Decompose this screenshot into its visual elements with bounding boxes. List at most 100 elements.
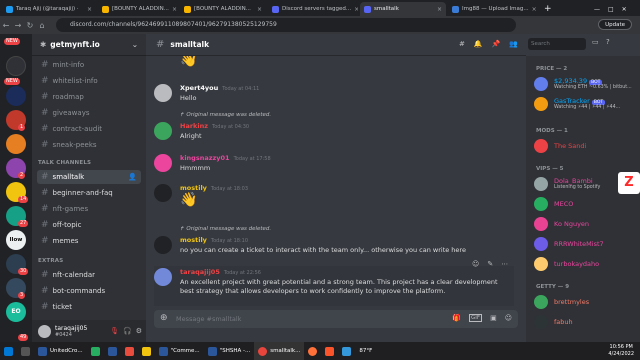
- author-name[interactable]: mostily: [180, 184, 207, 192]
- avatar[interactable]: [154, 84, 172, 102]
- server-icon-llow[interactable]: llow: [6, 230, 26, 250]
- message-author[interactable]: Harkinz Today at 04:30: [180, 122, 249, 130]
- taskbar-item[interactable]: [321, 342, 338, 360]
- weather[interactable]: 87°F: [355, 342, 376, 360]
- channel-off-topic[interactable]: # off-topic: [37, 218, 141, 232]
- members-icon[interactable]: 👥: [509, 40, 518, 48]
- browser-tab[interactable]: Taraq Ajij (@taraqajij) · ×: [2, 2, 96, 16]
- channel-sneak-peeks[interactable]: # sneak-peeks: [37, 138, 141, 152]
- author-name[interactable]: Harkinz: [180, 122, 208, 130]
- more-icon[interactable]: ⋯: [501, 260, 508, 268]
- search-input[interactable]: Search: [528, 38, 586, 50]
- search-icon[interactable]: [17, 342, 34, 360]
- emoji-icon[interactable]: ☺: [505, 314, 512, 322]
- close-tab-icon[interactable]: ×: [437, 6, 442, 13]
- server-icon[interactable]: [6, 86, 26, 106]
- inbox-icon[interactable]: ▭: [592, 38, 599, 46]
- sticker-icon[interactable]: ▣: [490, 314, 497, 322]
- home-icon[interactable]: ⌂: [36, 21, 48, 30]
- avatar[interactable]: [154, 184, 172, 202]
- reload-icon[interactable]: ↻: [24, 21, 36, 30]
- member-item[interactable]: turbokaydaho: [534, 256, 634, 272]
- category-extras[interactable]: EXTRAS: [38, 258, 63, 264]
- gift-icon[interactable]: 🎁: [452, 314, 461, 322]
- member-item[interactable]: RRRWhiteMist7: [534, 236, 634, 252]
- member-item[interactable]: fabuh: [534, 314, 634, 330]
- close-tab-icon[interactable]: ×: [172, 6, 177, 13]
- pin-icon[interactable]: 📌: [492, 40, 501, 48]
- author-name[interactable]: kingsnazzy01: [180, 154, 230, 162]
- member-item[interactable]: $2,934.39 BOT Watching ETH ~0.63% | bitbu…: [534, 76, 634, 92]
- message-input[interactable]: [176, 310, 436, 328]
- author-name[interactable]: Xpert4you: [180, 84, 218, 92]
- message-author[interactable]: Xpert4you Today at 04:11: [180, 84, 259, 92]
- category-talk-channels[interactable]: TALK CHANNELS: [38, 160, 91, 166]
- author-name[interactable]: mostily: [180, 236, 207, 244]
- taskbar-item[interactable]: [87, 342, 104, 360]
- channel-beginner-and-faq[interactable]: # beginner-and-faq: [37, 186, 141, 200]
- message-author[interactable]: kingsnazzy01 Today at 17:58: [180, 154, 271, 162]
- server-icon-eo[interactable]: EO: [6, 302, 26, 322]
- add-member-icon[interactable]: 👤: [128, 173, 137, 181]
- browser-tab[interactable]: Img88 — Upload Imag... ×: [448, 2, 538, 16]
- member-item[interactable]: Ko Nguyen: [534, 216, 634, 232]
- author-name[interactable]: taraqajij05: [180, 268, 220, 276]
- gear-icon[interactable]: ⚙: [136, 327, 142, 335]
- channel-nft-calendar[interactable]: # nft-calendar: [37, 268, 141, 282]
- close-tab-icon[interactable]: ×: [532, 6, 537, 13]
- browser-tab[interactable]: [BOUNTY ALADDIN... ×: [98, 2, 178, 16]
- channel-smalltalk[interactable]: # smalltalk 👤: [37, 170, 141, 184]
- taskbar-item[interactable]: "Comme...: [155, 342, 204, 360]
- edit-icon[interactable]: ✎: [487, 260, 493, 268]
- message-author[interactable]: taraqajij05 Today at 22:56: [180, 268, 261, 276]
- url-input[interactable]: discord.com/channels/962469911089807401/…: [56, 18, 516, 32]
- minimize-icon[interactable]: —: [594, 6, 600, 13]
- channel-whitelist-info[interactable]: # whitelist-info: [37, 74, 141, 88]
- server-icon[interactable]: [6, 134, 26, 154]
- start-icon[interactable]: [0, 342, 17, 360]
- gif-icon[interactable]: GIF: [469, 314, 483, 322]
- new-tab-icon[interactable]: +: [540, 2, 554, 16]
- channel-bot-commands[interactable]: # bot-commands: [37, 284, 141, 298]
- add-reaction-icon[interactable]: ☺: [472, 260, 479, 268]
- channel-roadmap[interactable]: # roadmap: [37, 90, 141, 104]
- channel-nft-games[interactable]: # nft-games: [37, 202, 141, 216]
- taskbar-item-active[interactable]: smalltalk...: [254, 342, 305, 360]
- message-author[interactable]: mostily Today at 18:10: [180, 236, 248, 244]
- bell-icon[interactable]: 🔔: [474, 40, 483, 48]
- update-button[interactable]: Update: [598, 19, 632, 30]
- browser-tab[interactable]: Discord servers tagged... ×: [268, 2, 358, 16]
- avatar[interactable]: [154, 154, 172, 172]
- member-item[interactable]: MECO: [534, 196, 634, 212]
- attach-plus-icon[interactable]: ⊕: [160, 313, 168, 323]
- member-item[interactable]: The Sandi: [534, 138, 634, 154]
- taskbar-item[interactable]: "SHSHA -...: [204, 342, 255, 360]
- clock[interactable]: 10:56 PM 4/24/2022: [608, 344, 634, 358]
- browser-tab[interactable]: [BOUNTY ALADDIN... ×: [180, 2, 266, 16]
- taskbar-item[interactable]: [304, 342, 321, 360]
- close-tab-icon[interactable]: ×: [257, 6, 262, 13]
- headphones-icon[interactable]: 🎧: [123, 327, 132, 335]
- forward-icon[interactable]: →: [12, 21, 24, 30]
- member-item[interactable]: brettmyles: [534, 294, 634, 310]
- avatar[interactable]: [38, 324, 51, 338]
- avatar[interactable]: [154, 268, 172, 286]
- message-author[interactable]: mostily Today at 18:03: [180, 184, 248, 192]
- close-tab-icon[interactable]: ×: [354, 6, 358, 13]
- taskbar-item[interactable]: [104, 342, 121, 360]
- floating-z-icon[interactable]: Z: [618, 172, 640, 194]
- taskbar-item[interactable]: UnitedCro...: [34, 342, 87, 360]
- channel-memes[interactable]: # memes: [37, 234, 141, 248]
- threads-icon[interactable]: #: [459, 40, 465, 48]
- mute-icon[interactable]: 🎙: [110, 327, 119, 335]
- channel-contract-audit[interactable]: # contract-audit: [37, 122, 141, 136]
- browser-tab-active[interactable]: smalltalk ×: [360, 2, 446, 16]
- server-header[interactable]: ✱ getmynft.io ⌄: [32, 34, 146, 56]
- help-icon[interactable]: ?: [606, 38, 610, 46]
- taskbar-item[interactable]: [338, 342, 355, 360]
- server-icon[interactable]: [6, 56, 26, 76]
- channel-ticket[interactable]: # ticket: [37, 300, 141, 314]
- taskbar-item[interactable]: [121, 342, 138, 360]
- close-window-icon[interactable]: ✕: [622, 6, 627, 13]
- maximize-icon[interactable]: □: [608, 6, 614, 13]
